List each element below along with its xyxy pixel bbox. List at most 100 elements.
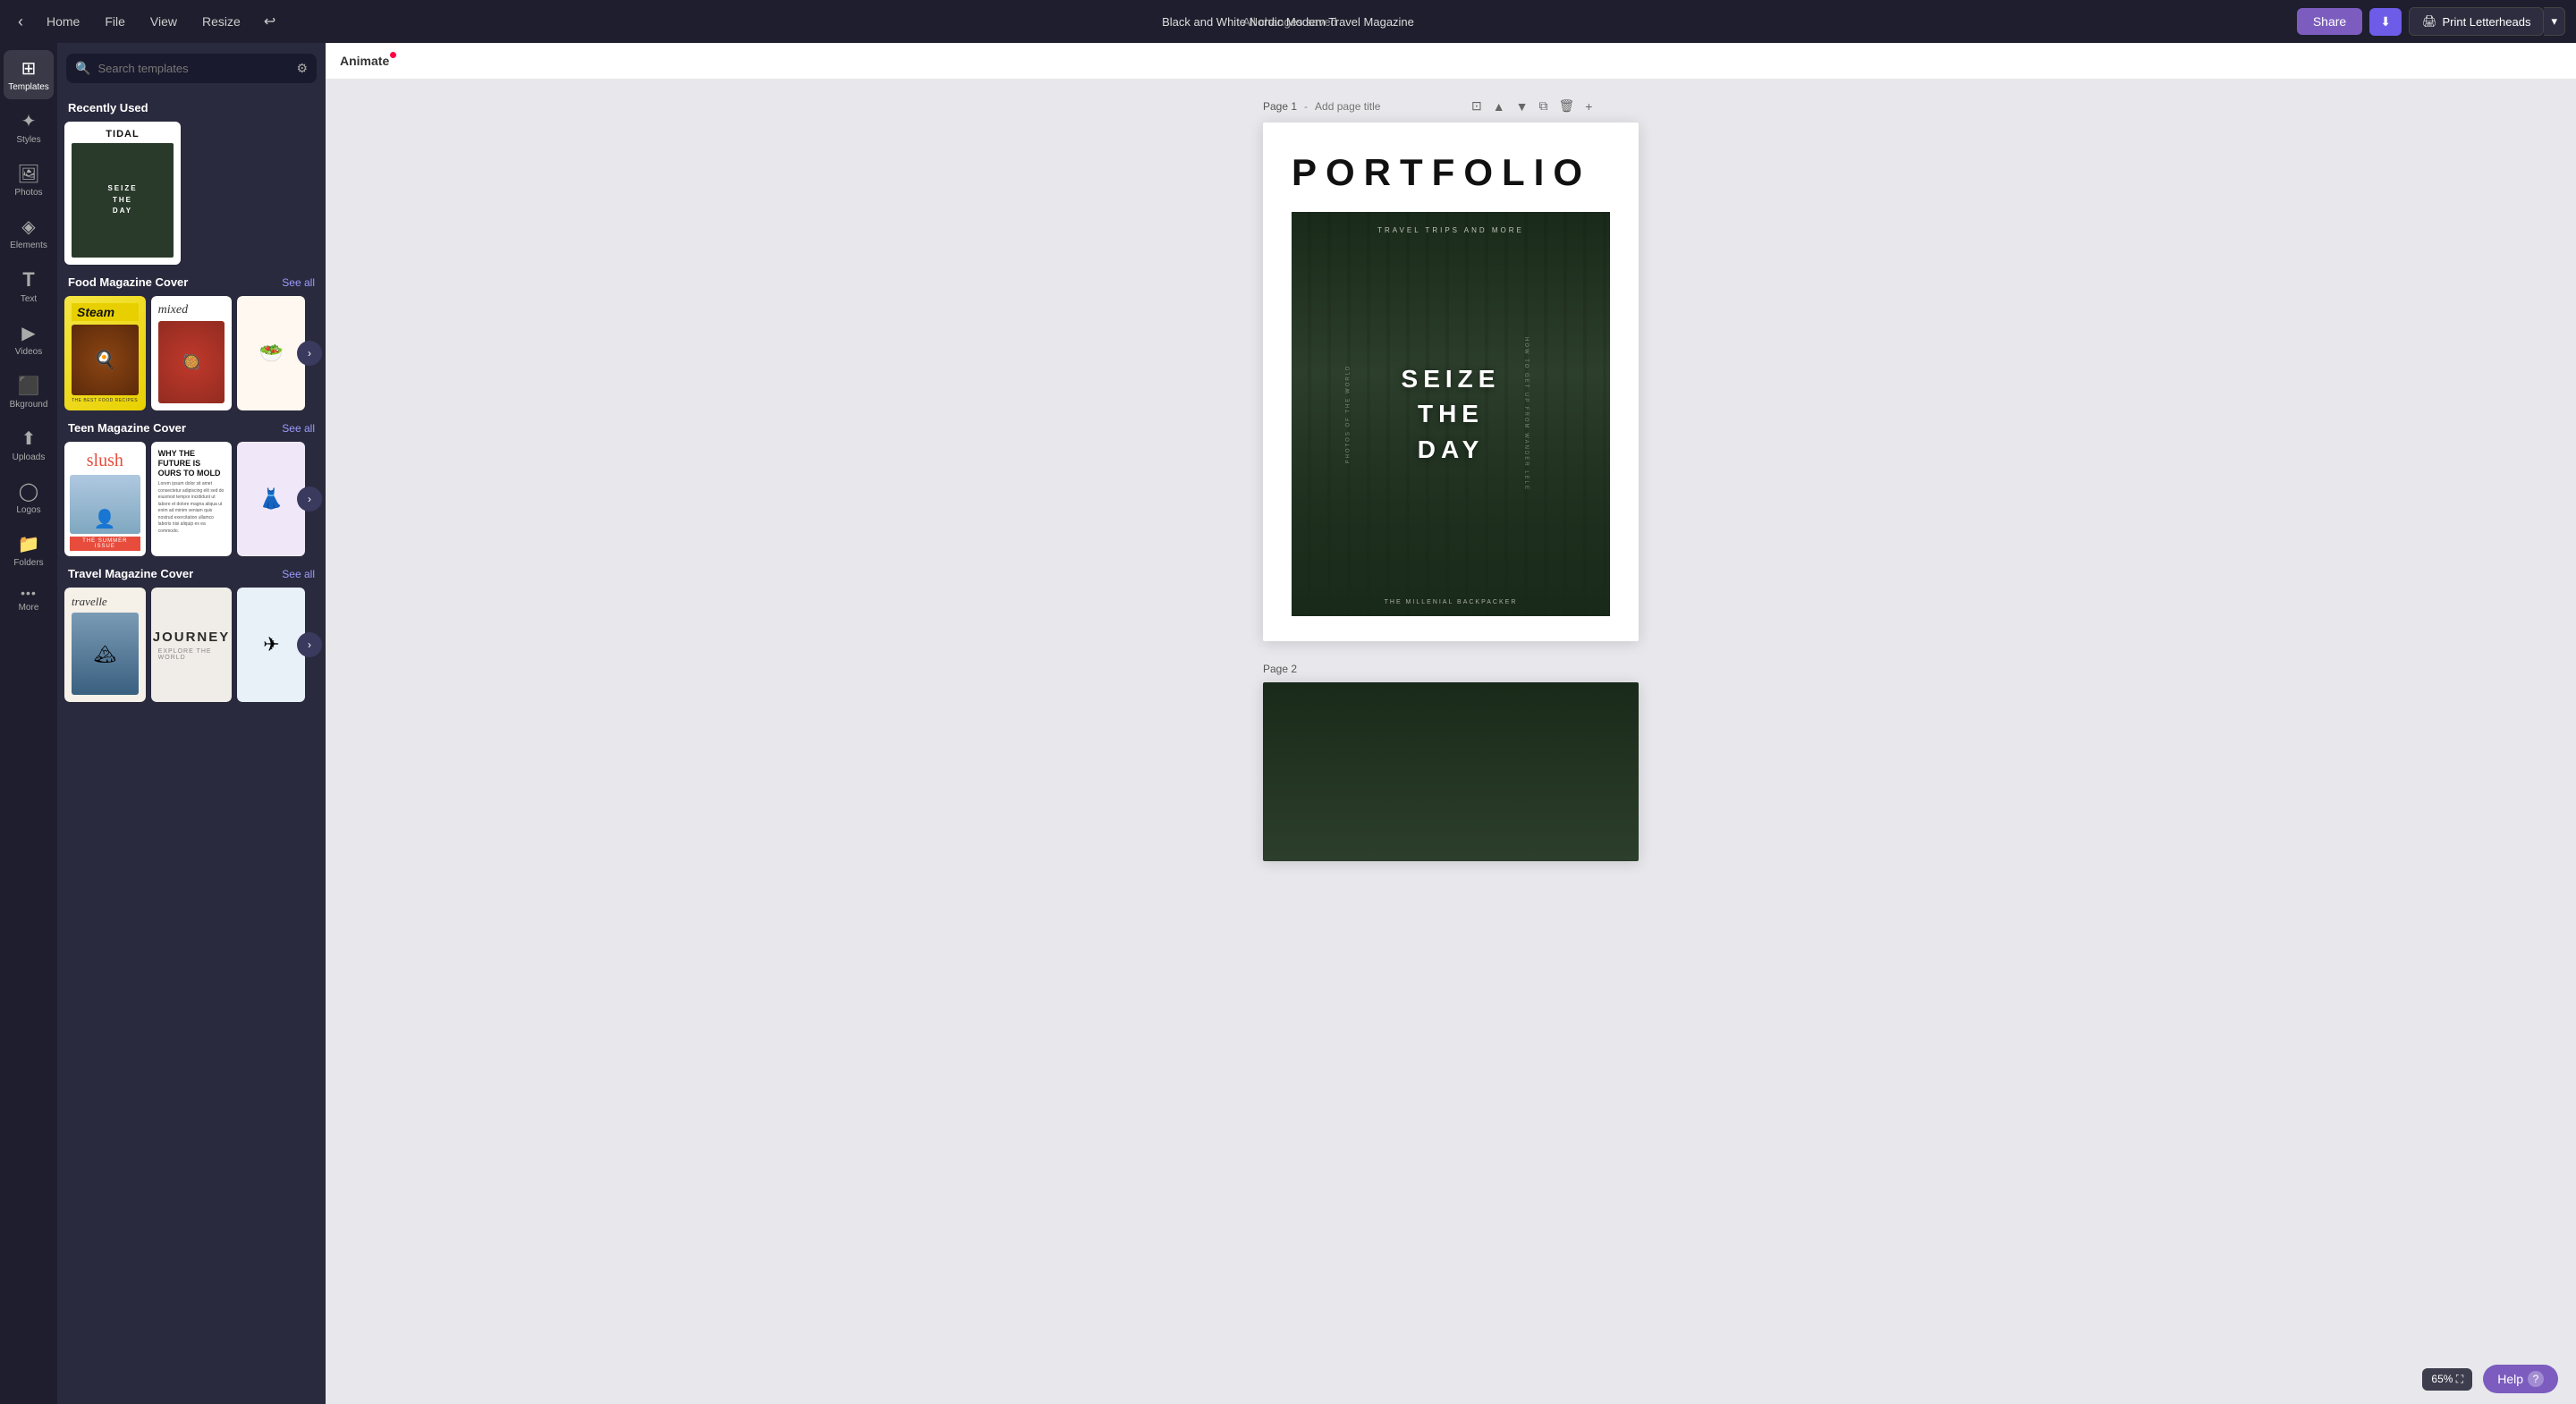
seize-text: SEIZETHEDAY [1402,361,1501,467]
templates-icon: ⊞ [21,57,37,80]
teen-section-title: Teen Magazine Cover [68,421,186,435]
food-template-mixed[interactable]: mixed 🥘 [151,296,233,410]
icon-sidebar: ⊞ Templates ✦ Styles 🖼 Photos ◈ Elements… [0,43,57,1404]
recently-card-title: TIDAL [72,129,174,140]
food1-image: 🍳 [72,325,139,395]
home-button[interactable]: Home [38,11,89,32]
download-button[interactable]: ⬇ [2369,8,2402,36]
travel1-image: 🏔 [72,613,139,695]
sidebar-item-folders[interactable]: 📁 Folders [4,526,54,575]
food-section-title: Food Magazine Cover [68,275,188,289]
bottom-label: THE MILLENIAL BACKPACKER [1385,599,1518,605]
sidebar-item-templates[interactable]: ⊞ Templates [4,50,54,99]
travel-section-title: Travel Magazine Cover [68,567,193,580]
page2-label-bar: Page 2 [1263,663,1297,675]
page1-delete-button[interactable]: 🗑 [1555,97,1579,115]
travel-next-button[interactable]: › [297,632,322,657]
travel3-image: ✈ [237,588,305,702]
food-template-steam[interactable]: Steam 🍳 THE BEST FOOD RECIPES [64,296,146,410]
future-title: WHY THE FUTURE IS OURS TO MOLD [158,449,225,478]
page1-duplicate-button[interactable]: ⧉ [1536,97,1552,115]
sidebar-item-videos[interactable]: ▶ Videos [4,315,54,364]
recently-used-card[interactable]: TIDAL SEIZETHEDAY [64,122,318,265]
search-icon: 🔍 [75,61,90,76]
teen-next-button[interactable]: › [297,486,322,512]
page1-title-input[interactable] [1315,100,1453,113]
teen-see-all-button[interactable]: See all [282,422,315,435]
page1-down-button[interactable]: ▼ [1513,97,1532,115]
page1-resize-button[interactable]: ⊡ [1468,97,1486,115]
page1-label-bar: Page 1 - ⊡ ▲ ▼ ⧉ 🗑 + [1263,97,1596,115]
videos-icon: ▶ [21,322,35,344]
recently-used-header: Recently Used [64,90,318,122]
sidebar-item-more[interactable]: ••• More [4,579,54,620]
page1-add-button[interactable]: + [1581,97,1596,115]
search-box: 🔍 ⚙ [66,54,317,83]
food-section-header: Food Magazine Cover See all [64,265,318,296]
page1-up-button[interactable]: ▲ [1489,97,1509,115]
photos-icon: 🖼 [17,163,39,185]
canvas-content: Page 1 - ⊡ ▲ ▼ ⧉ 🗑 + PORTFOLIO [326,79,2576,933]
more-icon: ••• [21,586,37,600]
print-chevron-button[interactable]: ▾ [2544,7,2565,36]
journey-label: JOURNEY [153,630,231,645]
print-icon: 🖨 [2422,14,2437,29]
journey-sub: EXPLORE THE WORLD [158,648,225,661]
travel-template-journey[interactable]: JOURNEY EXPLORE THE WORLD [151,588,233,702]
page1-number: Page 1 [1263,100,1297,113]
document-title: Black and White Nordic Modern Travel Mag… [1162,15,1414,29]
print-button[interactable]: 🖨 Print Letterheads [2409,7,2545,36]
food-template-row: Steam 🍳 THE BEST FOOD RECIPES mixed 🥘 [64,296,318,410]
travel-template-travelle[interactable]: travelle 🏔 [64,588,146,702]
teen-template-future[interactable]: WHY THE FUTURE IS OURS TO MOLD Lorem ips… [151,442,233,556]
sidebar-item-logos[interactable]: ◯ Logos [4,473,54,522]
travel-see-all-button[interactable]: See all [282,568,315,580]
teen-cards-container: slush 👤 THE SUMMER ISSUE W [64,442,318,556]
food-next-button[interactable]: › [297,341,322,366]
sidebar-item-photos[interactable]: 🖼 Photos [4,156,54,205]
help-button[interactable]: Help ? [2483,1365,2558,1393]
page1-design: PORTFOLIO TRAVEL TRIPS AND MORE PHOTOS O… [1263,123,1639,641]
main-layout: ⊞ Templates ✦ Styles 🖼 Photos ◈ Elements… [0,43,2576,1404]
page1-dash: - [1304,100,1308,113]
seize-overlay: SEIZETHEDAY [1292,212,1610,616]
teen-section-header: Teen Magazine Cover See all [64,410,318,442]
teen-template-slush[interactable]: slush 👤 THE SUMMER ISSUE [64,442,146,556]
uploads-icon: ⬆ [21,427,37,450]
zoom-display[interactable]: 65% ⛶ [2422,1368,2472,1391]
elements-icon: ◈ [21,216,35,238]
recently-card-image: SEIZETHEDAY [72,143,174,258]
page2-inner [1263,682,1639,861]
recently-used-title: Recently Used [68,101,148,114]
animate-button[interactable]: Animate [340,54,389,68]
filter-button[interactable]: ⚙ [296,61,308,76]
help-icon: ? [2528,1371,2544,1387]
page1-container: Page 1 - ⊡ ▲ ▼ ⧉ 🗑 + PORTFOLIO [1263,97,1639,641]
recently-card-seize-text: SEIZETHEDAY [107,183,137,217]
view-menu-button[interactable]: View [141,11,186,32]
mixed-label: mixed [158,303,225,317]
file-menu-button[interactable]: File [96,11,134,32]
food-see-all-button[interactable]: See all [282,276,315,289]
food2-image: 🥘 [158,321,225,403]
sidebar-item-uploads[interactable]: ⬆ Uploads [4,420,54,469]
templates-panel: 🔍 ⚙ Recently Used TIDAL SEIZETHEDAY [57,43,326,1404]
sidebar-item-text[interactable]: T Text [4,261,54,311]
slush-label: slush [87,451,123,471]
teen1-person: 👤 [70,475,140,534]
search-input[interactable] [97,62,289,75]
page2-number: Page 2 [1263,663,1297,675]
canvas-area: Animate Page 1 - ⊡ ▲ ▼ ⧉ 🗑 + [326,43,2576,1404]
travelle-label: travelle [72,595,139,609]
share-button[interactable]: Share [2297,8,2362,35]
resize-button[interactable]: Resize [193,11,250,32]
sidebar-item-elements[interactable]: ◈ Elements [4,208,54,258]
food-cards-container: Steam 🍳 THE BEST FOOD RECIPES mixed 🥘 [64,296,318,410]
back-button[interactable]: ‹ [11,9,30,35]
topbar: ‹ Home File View Resize ↩ All changes sa… [0,0,2576,43]
panel-scroll: Recently Used TIDAL SEIZETHEDAY Food Mag… [57,90,326,1404]
sidebar-item-styles[interactable]: ✦ Styles [4,103,54,152]
undo-button[interactable]: ↩ [257,9,283,34]
background-icon: ⬛ [18,375,40,397]
sidebar-item-background[interactable]: ⬛ Bkground [4,368,54,417]
